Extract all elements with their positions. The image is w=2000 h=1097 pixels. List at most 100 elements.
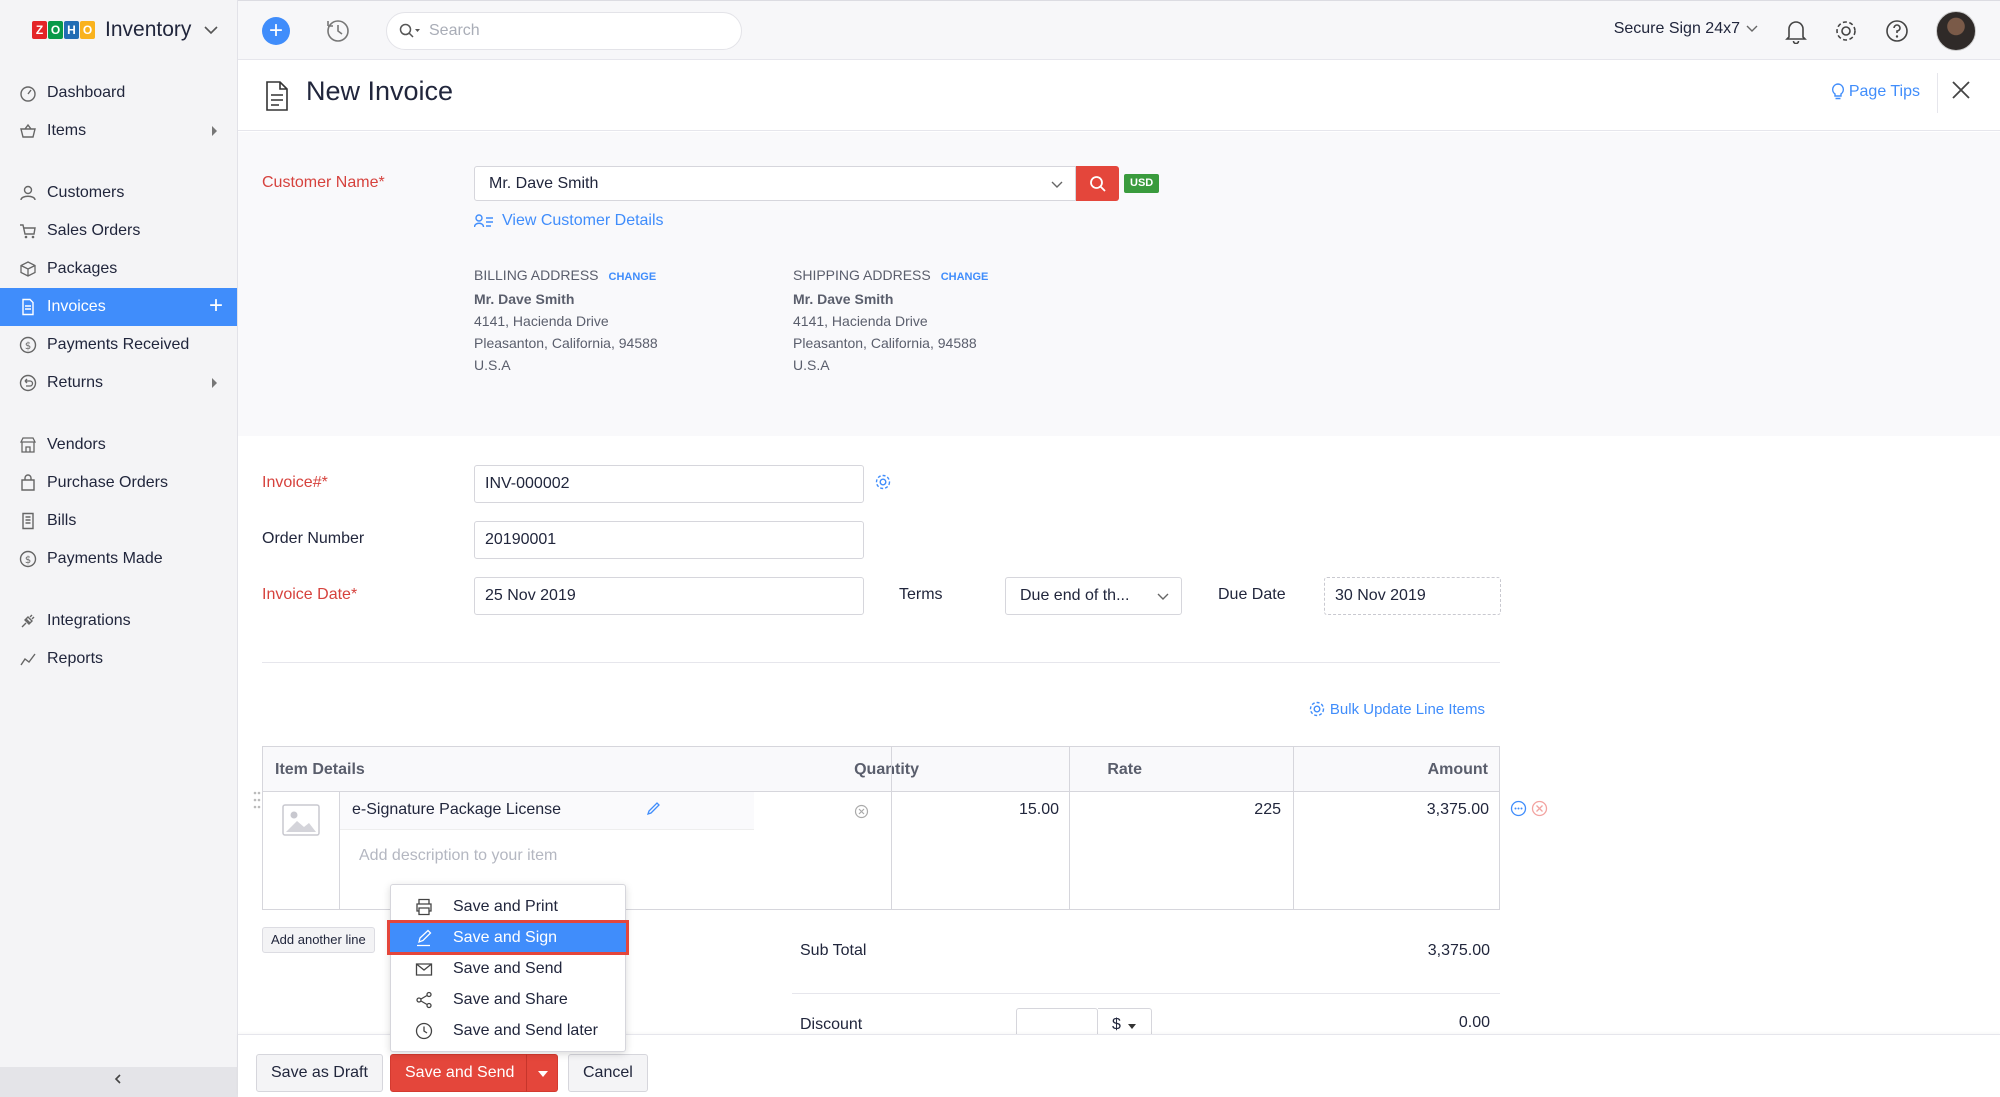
page-tips-link[interactable]: Page Tips <box>1831 83 1920 101</box>
save-options-toggle[interactable] <box>526 1054 558 1092</box>
save-and-send-button[interactable]: Save and Send <box>390 1054 530 1092</box>
printer-icon <box>416 898 432 916</box>
chevron-left-icon[interactable] <box>112 1073 124 1085</box>
logo-letter: H <box>64 21 79 39</box>
store-icon <box>18 435 38 455</box>
quick-create-button[interactable]: + <box>262 17 290 45</box>
shipping-country: U.S.A <box>793 357 830 373</box>
chevron-down-icon <box>1157 593 1169 600</box>
sidebar-item-packages[interactable]: Packages <box>0 250 237 288</box>
search-input[interactable] <box>429 22 709 40</box>
avatar[interactable] <box>1936 11 1976 51</box>
sidebar-item-vendors[interactable]: Vendors <box>0 426 237 464</box>
sidebar-item-items[interactable]: Items <box>0 112 237 150</box>
close-icon[interactable] <box>1950 79 1972 101</box>
billing-line1: 4141, Hacienda Drive <box>474 313 609 329</box>
nav-spacer <box>0 402 237 426</box>
divider <box>1937 73 1938 113</box>
bulk-update-link[interactable]: Bulk Update Line Items <box>1308 700 1485 718</box>
item-name-field[interactable]: e-Signature Package License <box>340 792 869 830</box>
header-quantity: Quantity <box>854 761 919 778</box>
sidebar-item-sales-orders[interactable]: Sales Orders <box>0 212 237 250</box>
currency-badge: USD <box>1124 174 1160 193</box>
search-icon[interactable] <box>399 23 421 39</box>
order-number-label: Order Number <box>262 530 365 547</box>
menu-item-save-and-print[interactable]: Save and Print <box>391 891 625 922</box>
pencil-icon[interactable] <box>646 801 661 816</box>
clear-icon[interactable] <box>854 804 869 819</box>
invoice-number-input[interactable]: INV-000002 <box>474 465 864 503</box>
invoice-date-input[interactable]: 25 Nov 2019 <box>474 577 864 615</box>
brand[interactable]: Z O H O Inventory <box>0 0 237 60</box>
sidebar-item-reports[interactable]: Reports <box>0 640 237 678</box>
sidebar-item-integrations[interactable]: Integrations <box>0 602 237 640</box>
dollar-coin-icon: $ <box>18 335 38 355</box>
menu-item-save-and-share[interactable]: Save and Share <box>391 984 625 1015</box>
menu-item-save-and-send[interactable]: Save and Send <box>391 953 625 984</box>
gear-icon <box>1309 701 1325 717</box>
gear-icon[interactable] <box>1833 18 1859 44</box>
cart-icon <box>18 221 38 241</box>
billing-address-heading: BILLING ADDRESS <box>474 267 599 283</box>
chevron-down-icon[interactable] <box>203 25 219 35</box>
document-icon <box>266 81 288 111</box>
bell-icon[interactable] <box>1784 18 1808 44</box>
menu-item-label: Save and Sign <box>453 928 558 946</box>
cancel-button[interactable]: Cancel <box>568 1054 648 1092</box>
person-icon <box>18 183 38 203</box>
dollar-coin-icon: $ <box>18 549 38 569</box>
shipping-line2: Pleasanton, California, 94588 <box>793 335 977 351</box>
remove-row-icon[interactable] <box>1531 800 1548 817</box>
change-shipping-link[interactable]: CHANGE <box>941 271 989 283</box>
item-quantity[interactable]: 15.00 <box>903 801 1059 819</box>
save-as-draft-button[interactable]: Save as Draft <box>256 1054 383 1092</box>
sidebar-item-returns[interactable]: Returns <box>0 364 237 402</box>
menu-item-save-and-send-later[interactable]: Save and Send later <box>391 1015 625 1046</box>
order-number-input[interactable]: 20190001 <box>474 521 864 559</box>
invoice-date-label: Invoice Date* <box>262 586 358 603</box>
sidebar-footer <box>0 1067 238 1097</box>
billing-address: BILLING ADDRESS CHANGE Mr. Dave Smith 414… <box>474 264 658 376</box>
item-description-field[interactable]: Add description to your item <box>359 847 557 865</box>
customer-search-button[interactable] <box>1076 166 1119 201</box>
history-icon[interactable] <box>324 17 352 45</box>
menu-item-save-and-sign[interactable]: Save and Sign <box>387 920 629 955</box>
caret-right-icon <box>212 378 217 388</box>
header-rate: Rate <box>1107 761 1142 778</box>
shipping-line1: 4141, Hacienda Drive <box>793 313 928 329</box>
sidebar-item-payments-received[interactable]: $ Payments Received <box>0 326 237 364</box>
add-invoice-icon[interactable]: + <box>209 294 223 318</box>
org-switcher[interactable]: Secure Sign 24x7 <box>1614 20 1758 38</box>
more-options-icon[interactable] <box>1510 800 1527 817</box>
help-icon[interactable] <box>1884 18 1910 44</box>
header-item-details: Item Details <box>275 761 365 778</box>
page-title: New Invoice <box>306 76 454 106</box>
drag-handle-icon[interactable] <box>253 790 261 810</box>
sidebar-item-bills[interactable]: Bills <box>0 502 237 540</box>
sidebar-item-payments-made[interactable]: $ Payments Made <box>0 540 237 578</box>
sidebar-item-customers[interactable]: Customers <box>0 174 237 212</box>
billing-name: Mr. Dave Smith <box>474 291 575 307</box>
gear-icon[interactable] <box>874 473 892 491</box>
sidebar-item-label: Returns <box>47 374 104 391</box>
customer-select[interactable]: Mr. Dave Smith <box>474 166 1076 201</box>
sidebar-item-label: Items <box>47 122 87 139</box>
change-billing-link[interactable]: CHANGE <box>609 271 657 283</box>
add-another-line-button[interactable]: Add another line <box>262 927 375 953</box>
sidebar-item-label: Reports <box>47 650 104 667</box>
return-icon <box>18 373 38 393</box>
image-placeholder-icon[interactable] <box>281 803 321 837</box>
item-rate[interactable]: 225 <box>1081 801 1281 819</box>
terms-select[interactable]: Due end of th... <box>1005 577 1182 615</box>
due-date-input[interactable]: 30 Nov 2019 <box>1324 577 1501 615</box>
sidebar-item-invoices[interactable]: Invoices + <box>0 288 237 326</box>
billing-line2: Pleasanton, California, 94588 <box>474 335 658 351</box>
save-options-menu: Save and Print Save and Sign Save and Se… <box>387 884 629 1052</box>
sidebar-item-purchase-orders[interactable]: Purchase Orders <box>0 464 237 502</box>
sidebar-item-dashboard[interactable]: Dashboard <box>0 74 237 112</box>
view-customer-details-link[interactable]: View Customer Details <box>474 212 664 230</box>
global-search[interactable] <box>386 12 742 50</box>
invoice-number-label: Invoice#* <box>262 474 328 491</box>
sidebar-item-label: Vendors <box>47 436 106 453</box>
bulk-update-label: Bulk Update Line Items <box>1329 700 1485 718</box>
